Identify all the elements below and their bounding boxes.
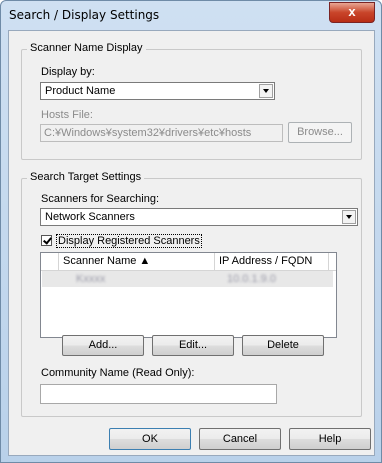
hosts-file-value: C:¥Windows¥system32¥drivers¥etc¥hosts xyxy=(44,127,252,139)
close-icon: x xyxy=(348,4,356,19)
edit-label: Edit... xyxy=(178,339,208,351)
group-title-scanner-name-display: Scanner Name Display xyxy=(27,42,146,54)
display-registered-checkbox[interactable] xyxy=(41,235,52,246)
chevron-down-icon[interactable] xyxy=(342,210,356,224)
hosts-file-label: Hosts File: xyxy=(41,109,93,121)
help-label: Help xyxy=(318,433,342,445)
display-by-value: Product Name xyxy=(45,85,116,97)
community-name-label: Community Name (Read Only): xyxy=(41,367,195,379)
scanners-for-searching-label: Scanners for Searching: xyxy=(41,193,160,205)
hosts-file-field[interactable]: C:¥Windows¥system32¥drivers¥etc¥hosts xyxy=(40,124,283,142)
scanners-for-searching-value: Network Scanners xyxy=(45,211,135,223)
title-bar: Search / Display Settings x xyxy=(1,1,381,29)
dialog-body: Scanner Name Display Display by: Product… xyxy=(8,30,375,456)
cancel-label: Cancel xyxy=(222,433,258,445)
browse-button[interactable]: Browse... xyxy=(288,122,352,143)
edit-button[interactable]: Edit... xyxy=(152,335,234,356)
chevron-down-icon[interactable] xyxy=(259,84,273,98)
delete-button[interactable]: Delete xyxy=(242,335,324,356)
browse-label: Browse... xyxy=(297,126,343,138)
scanner-list-header: Scanner Name ▲ IP Address / FQDN xyxy=(41,253,336,271)
display-by-select[interactable]: Product Name xyxy=(40,82,275,100)
row-scanner-name: Kxxxx xyxy=(76,273,106,285)
scanners-for-searching-select[interactable]: Network Scanners xyxy=(40,208,358,226)
row-ip-address: 10.0.1.9.0 xyxy=(227,273,276,285)
close-button[interactable]: x xyxy=(329,2,375,23)
cancel-button[interactable]: Cancel xyxy=(199,428,281,450)
display-registered-label[interactable]: Display Registered Scanners xyxy=(56,234,202,248)
column-blank xyxy=(41,253,59,270)
column-ip-address[interactable]: IP Address / FQDN xyxy=(215,253,329,270)
dialog-window: Search / Display Settings x Scanner Name… xyxy=(0,0,382,463)
delete-label: Delete xyxy=(267,339,299,351)
add-label: Add... xyxy=(88,339,118,351)
group-title-search-target: Search Target Settings xyxy=(27,171,145,183)
add-button[interactable]: Add... xyxy=(62,335,144,356)
ok-label: OK xyxy=(142,433,158,445)
ok-button[interactable]: OK xyxy=(109,428,191,450)
help-button[interactable]: Help xyxy=(289,428,371,450)
column-scanner-name[interactable]: Scanner Name ▲ xyxy=(59,253,215,270)
display-by-label: Display by: xyxy=(41,66,95,78)
window-title: Search / Display Settings xyxy=(9,8,160,22)
table-row[interactable]: Kxxxx 10.0.1.9.0 xyxy=(42,271,333,287)
community-name-field[interactable] xyxy=(40,384,277,404)
scanner-list[interactable]: Scanner Name ▲ IP Address / FQDN Kxxxx 1… xyxy=(40,252,337,338)
